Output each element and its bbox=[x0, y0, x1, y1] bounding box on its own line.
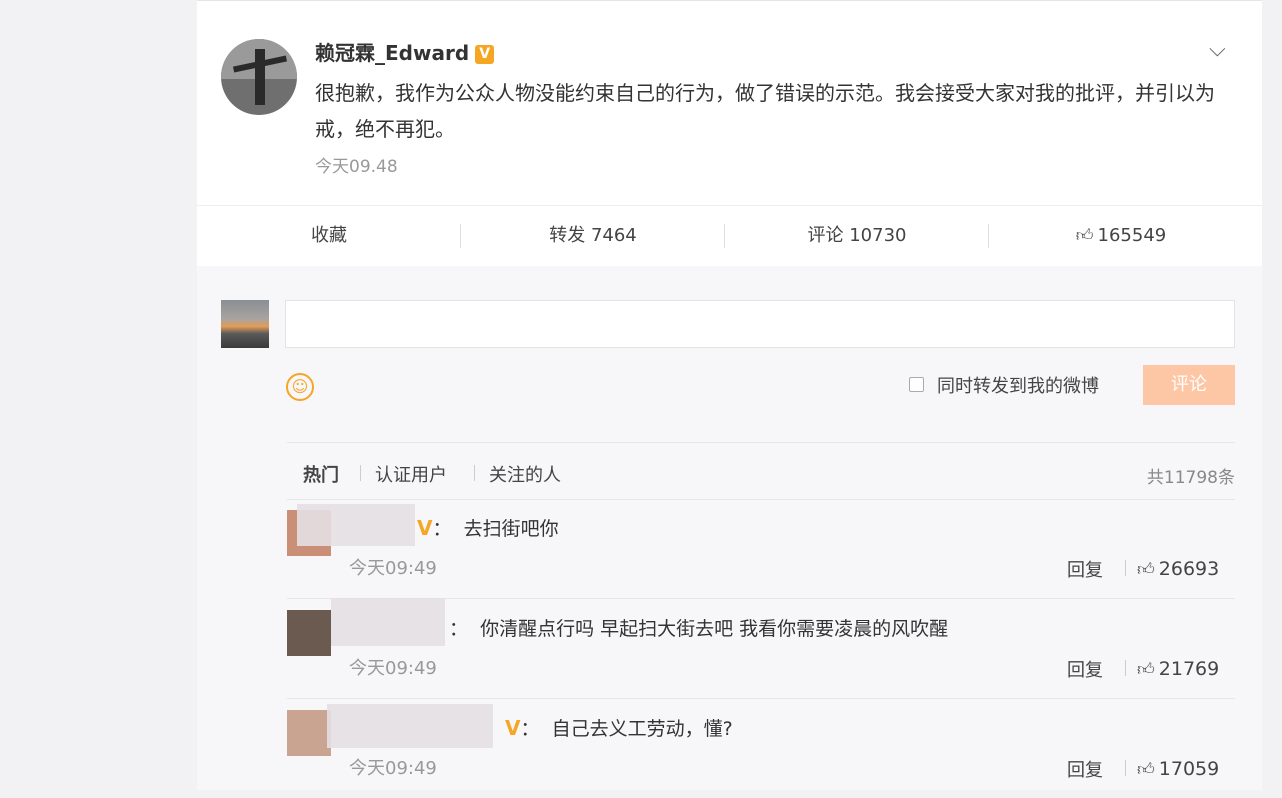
comment-text-line: V： 自己去义工劳动，懂? bbox=[505, 716, 733, 740]
post-time[interactable]: 今天09.48 bbox=[315, 152, 398, 177]
post: 赖冠霖_Edward V ⌵ 很抱歉，我作为公众人物没能约束自己的行为，做了错误的… bbox=[197, 0, 1262, 206]
author-name[interactable]: 赖冠霖_Edward bbox=[315, 41, 469, 65]
comment-tabs: 热门 认证用户 关注的人 共11798条 bbox=[287, 442, 1235, 500]
also-repost-label[interactable]: 同时转发到我的微博 bbox=[937, 372, 1099, 398]
vip-icon: V bbox=[505, 716, 521, 740]
comment-row: V： 去扫街吧你 今天09:49 回复 👍︎ 26693 bbox=[287, 498, 1235, 599]
submit-comment-button[interactable]: 评论 bbox=[1143, 365, 1235, 405]
thumbs-up-icon: 👍︎ bbox=[1075, 226, 1094, 246]
author-name-row: 赖冠霖_Edward V bbox=[315, 37, 495, 66]
reply-button[interactable]: 回复 bbox=[1067, 756, 1103, 782]
comment-total: 共11798条 bbox=[1146, 468, 1235, 488]
redacted-name bbox=[331, 598, 445, 646]
commenter-avatar[interactable] bbox=[287, 610, 331, 656]
thumbs-up-icon: 👍︎ bbox=[1137, 660, 1155, 680]
comment-text: 自己去义工劳动，懂? bbox=[551, 718, 733, 740]
comment-like-button[interactable]: 👍︎ 21769 bbox=[1137, 658, 1219, 680]
my-avatar bbox=[221, 300, 269, 348]
comment-like-count: 21769 bbox=[1158, 658, 1220, 680]
comment-button[interactable]: 评论 10730 bbox=[725, 206, 989, 266]
like-button[interactable]: 👍︎ 165549 bbox=[989, 206, 1253, 266]
thumbs-up-icon: 👍︎ bbox=[1137, 560, 1155, 580]
tab-following[interactable]: 关注的人 bbox=[489, 461, 561, 487]
comment-text-line: ： 你清醒点行吗 早起扫大街去吧 我看你需要凌晨的风吹醒 bbox=[449, 618, 949, 640]
chevron-down-icon[interactable]: ⌵ bbox=[1209, 37, 1226, 62]
redacted-name bbox=[297, 504, 415, 546]
commenter-avatar[interactable] bbox=[287, 710, 331, 756]
comment-like-count: 17059 bbox=[1158, 758, 1220, 780]
comment-like-button[interactable]: 👍︎ 26693 bbox=[1137, 558, 1219, 580]
redacted-name bbox=[327, 704, 493, 748]
comment-text: 你清醒点行吗 早起扫大街去吧 我看你需要凌晨的风吹醒 bbox=[480, 618, 949, 640]
comment-row: V： 自己去义工劳动，懂? 今天09:49 回复 👍︎ 17059 bbox=[287, 698, 1235, 798]
thumbs-up-icon: 👍︎ bbox=[1137, 760, 1155, 780]
verified-badge-icon: V bbox=[475, 45, 495, 64]
repost-button[interactable]: 转发 7464 bbox=[461, 206, 725, 266]
comment-text: 去扫街吧你 bbox=[463, 518, 559, 540]
tab-verified[interactable]: 认证用户 bbox=[375, 461, 447, 487]
comment-like-button[interactable]: 👍︎ 17059 bbox=[1137, 758, 1219, 780]
also-repost-checkbox[interactable] bbox=[909, 377, 924, 392]
reply-button[interactable]: 回复 bbox=[1067, 556, 1103, 582]
smiley-icon[interactable]: ☺ bbox=[286, 373, 314, 401]
comment-row: ： 你清醒点行吗 早起扫大街去吧 我看你需要凌晨的风吹醒 今天09:49 回复 … bbox=[287, 598, 1235, 699]
comment-time[interactable]: 今天09:49 bbox=[349, 554, 437, 580]
like-count: 165549 bbox=[1097, 225, 1167, 246]
post-text: 很抱歉，我作为公众人物没能约束自己的行为，做了错误的示范。我会接受大家对我的批评… bbox=[315, 81, 1215, 141]
comment-text-line: V： 去扫街吧你 bbox=[417, 516, 559, 540]
reply-button[interactable]: 回复 bbox=[1067, 656, 1103, 682]
weibo-card: 赖冠霖_Edward V ⌵ 很抱歉，我作为公众人物没能约束自己的行为，做了错误的… bbox=[197, 0, 1262, 790]
post-action-bar: 收藏 转发 7464 评论 10730 👍︎ 165549 bbox=[197, 205, 1262, 267]
vip-icon: V bbox=[417, 516, 433, 540]
tab-hot[interactable]: 热门 bbox=[303, 461, 339, 487]
favorite-button[interactable]: 收藏 bbox=[197, 206, 461, 266]
comment-input[interactable] bbox=[285, 300, 1235, 348]
author-avatar[interactable] bbox=[221, 39, 297, 115]
comment-time[interactable]: 今天09:49 bbox=[349, 654, 437, 680]
comment-time[interactable]: 今天09:49 bbox=[349, 754, 437, 780]
comment-like-count: 26693 bbox=[1158, 558, 1220, 580]
